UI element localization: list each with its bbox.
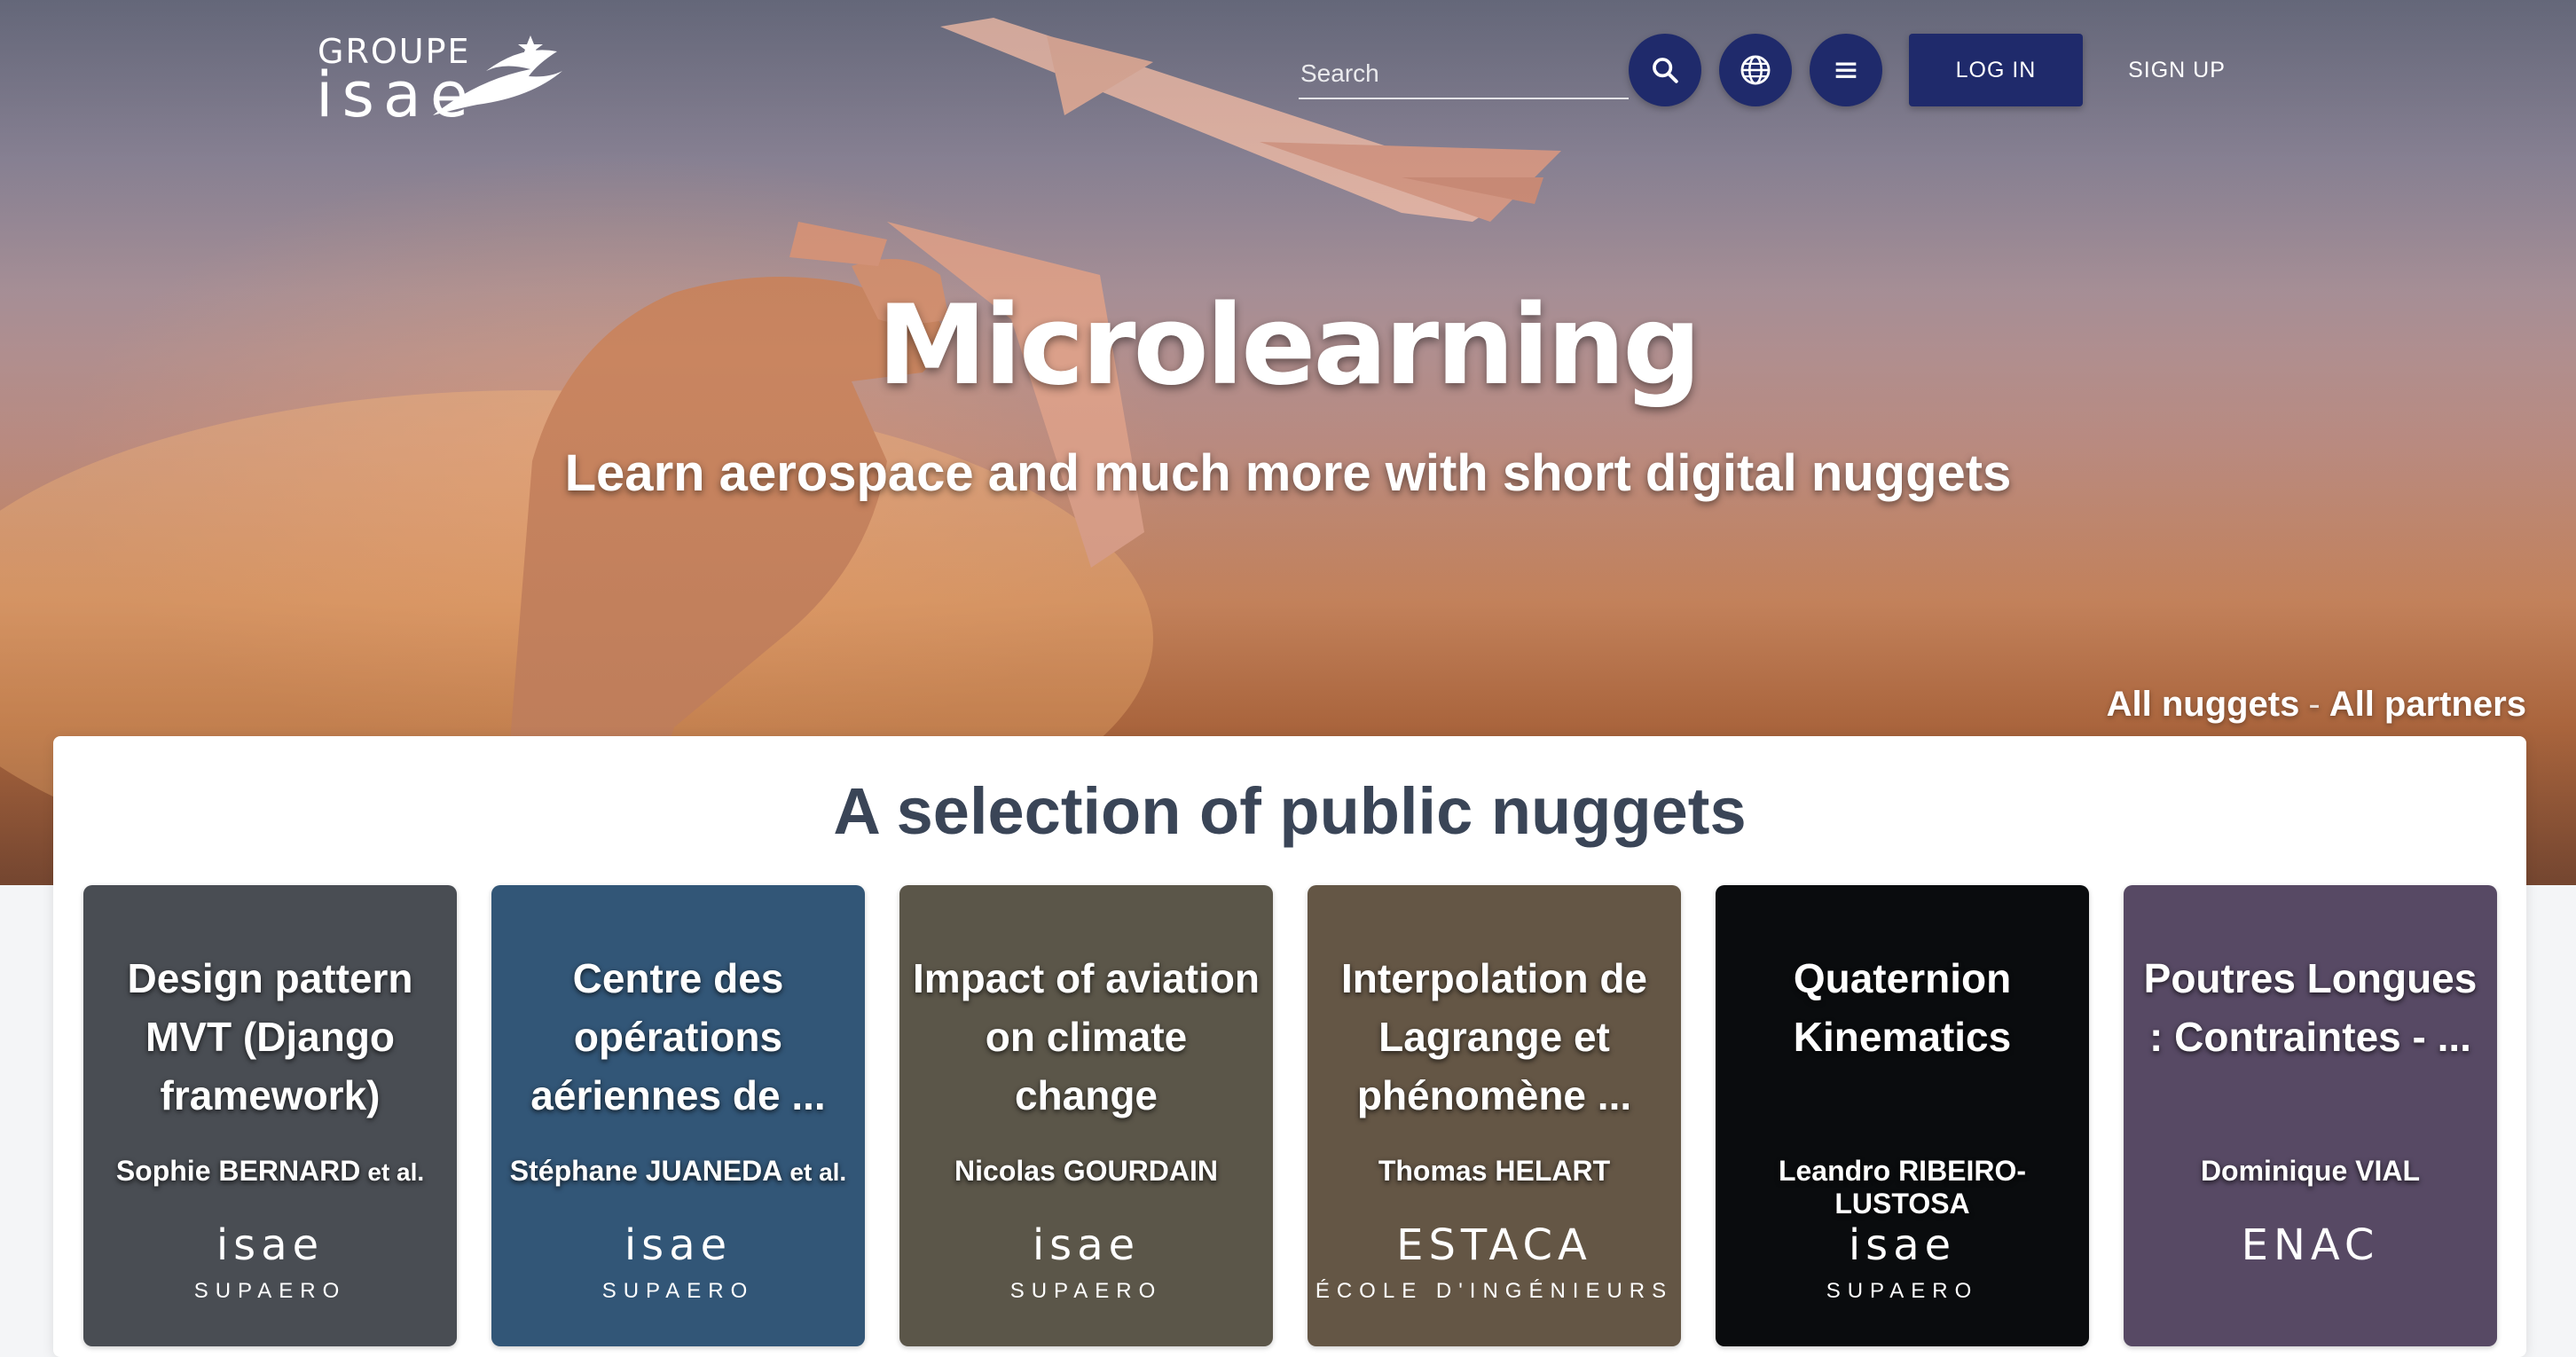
bird-logo-icon [433, 35, 562, 115]
card-partner-logo: isae SUPAERO [899, 1224, 1273, 1304]
card-author-name: Thomas HELART [1378, 1155, 1611, 1187]
section-title: A selection of public nuggets [833, 774, 1747, 848]
hero-subtitle: Learn aerospace and much more with short… [564, 444, 2012, 502]
login-button[interactable]: LOG IN [1909, 34, 2083, 106]
card-author: Thomas HELART [1308, 1155, 1681, 1188]
hamburger-menu-icon [1835, 62, 1857, 78]
partner-subtitle: SUPAERO [1009, 1279, 1163, 1303]
partner-subtitle: SUPAERO [193, 1279, 347, 1303]
nugget-card[interactable]: Poutres Longues : Contraintes - ... Domin… [2124, 885, 2497, 1346]
nugget-card[interactable]: Impact of aviation on climate change Nico… [899, 885, 1273, 1346]
card-author: Dominique VIAL [2124, 1155, 2497, 1188]
card-author-name: Stéphane JUANEDA [509, 1155, 783, 1187]
hero-title: Microlearning [877, 282, 1701, 410]
partner-subtitle: SUPAERO [1826, 1279, 1979, 1303]
search-icon [1653, 58, 1678, 83]
partner-name: ENAC [2241, 1220, 2380, 1270]
card-title: Impact of aviation on climate change [912, 955, 1261, 1118]
card-author: Stéphane JUANEDA et al. [491, 1155, 865, 1188]
card-author-suffix: et al. [367, 1158, 425, 1186]
partner-subtitle: SUPAERO [601, 1279, 755, 1303]
partner-name: isae [1032, 1220, 1141, 1270]
partner-name: ESTACA [1396, 1220, 1592, 1270]
card-author: Nicolas GOURDAIN [899, 1155, 1273, 1188]
card-author-name: Leandro RIBEIRO-LUSTOSA [1778, 1155, 2027, 1220]
card-author: Leandro RIBEIRO-LUSTOSA [1716, 1155, 2089, 1220]
card-partner-logo: ENAC [2124, 1224, 2497, 1267]
menu-button[interactable] [1810, 34, 1882, 106]
search-input[interactable] [1299, 53, 1632, 94]
language-button[interactable] [1719, 34, 1792, 106]
nugget-card[interactable]: Centre des opérations aériennes de ... St… [491, 885, 865, 1346]
partner-name: isae [1848, 1220, 1957, 1270]
hero-links: All nuggets - All partners [2107, 685, 2526, 725]
groupe-isae-logo[interactable]: GROUPE isae [316, 27, 564, 126]
nugget-card[interactable]: Design pattern MVT (Django framework) Sop… [83, 885, 457, 1346]
card-partner-logo: isae SUPAERO [83, 1224, 457, 1304]
globe-icon [1740, 55, 1771, 85]
partner-name: isae [216, 1220, 325, 1270]
nugget-card[interactable]: Quaternion Kinematics Leandro RIBEIRO-LUS… [1716, 885, 2089, 1346]
card-partner-logo: ESTACA ÉCOLE D'INGÉNIEURS [1308, 1224, 1681, 1304]
card-title: Poutres Longues : Contraintes - ... [2143, 955, 2478, 1060]
nugget-card-list: Design pattern MVT (Django framework) Sop… [83, 885, 2497, 1346]
card-partner-logo: isae SUPAERO [491, 1224, 865, 1304]
nugget-card[interactable]: Interpolation de Lagrange et phénomène .… [1308, 885, 1681, 1346]
card-author-name: Dominique VIAL [2200, 1155, 2421, 1187]
card-author-name: Nicolas GOURDAIN [954, 1155, 1218, 1187]
partner-subtitle: ÉCOLE D'INGÉNIEURS [1315, 1279, 1674, 1303]
search-button[interactable] [1629, 34, 1701, 106]
card-author: Sophie BERNARD et al. [83, 1155, 457, 1188]
partner-name: isae [624, 1220, 733, 1270]
card-title: Centre des opérations aériennes de ... [530, 955, 826, 1118]
card-title: Interpolation de Lagrange et phénomène .… [1341, 955, 1647, 1118]
card-partner-logo: isae SUPAERO [1716, 1224, 2089, 1304]
signup-button[interactable]: SIGN UP [2111, 34, 2242, 106]
search-field[interactable] [1299, 53, 1632, 99]
link-separator: - [2308, 685, 2321, 724]
card-title: Design pattern MVT (Django framework) [127, 955, 413, 1118]
card-author-name: Sophie BERNARD [115, 1155, 361, 1187]
all-nuggets-link[interactable]: All nuggets [2107, 685, 2300, 724]
card-author-suffix: et al. [789, 1158, 847, 1186]
card-title: Quaternion Kinematics [1793, 955, 2012, 1060]
all-partners-link[interactable]: All partners [2329, 685, 2526, 724]
